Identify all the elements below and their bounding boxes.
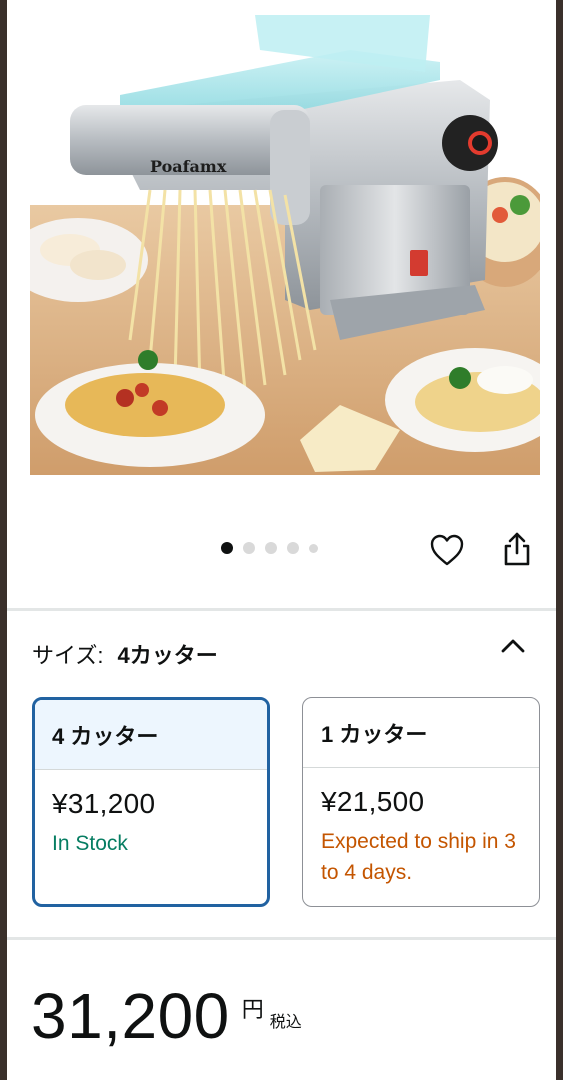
- size-selector-header[interactable]: サイズ: 4カッター: [32, 634, 532, 674]
- wishlist-button[interactable]: [427, 530, 467, 570]
- carousel-dot-3[interactable]: [265, 542, 277, 554]
- price-currency: 円: [241, 997, 264, 1022]
- share-button[interactable]: [497, 527, 537, 571]
- heart-icon: [430, 534, 464, 566]
- tax-included-note: 税込: [269, 1014, 302, 1031]
- price-display: 31,200 円 税込: [31, 978, 302, 1054]
- carousel-dot-4[interactable]: [287, 542, 299, 554]
- selected-size-value: 4カッター: [117, 643, 218, 668]
- carousel-dot-1[interactable]: [221, 542, 233, 554]
- option-price: ¥21,500: [321, 786, 425, 817]
- section-divider: [7, 608, 556, 611]
- section-divider: [7, 937, 556, 940]
- carousel-dot-2[interactable]: [243, 542, 255, 554]
- size-option-1-cutter[interactable]: 1 カッター ¥21,500 Expected to ship in 3 to …: [302, 697, 540, 907]
- size-option-4-cutter[interactable]: 4 カッター ¥31,200 In Stock: [32, 697, 270, 907]
- size-label: サイズ:: [32, 643, 104, 668]
- brand-logo-text: Poafamx: [150, 157, 227, 176]
- share-icon: [504, 532, 530, 566]
- carousel-indicator[interactable]: [221, 541, 318, 555]
- product-detail-sheet: Poafamx サイズ: 4カッター 4 カッター ¥31,200 In Sto…: [7, 0, 556, 1080]
- product-image[interactable]: Poafamx: [8, 10, 556, 475]
- option-availability: Expected to ship in 3 to 4 days.: [321, 830, 516, 884]
- size-collapse-toggle[interactable]: [497, 630, 529, 662]
- option-name: 1 カッター: [303, 698, 539, 768]
- option-name: 4 カッター: [35, 700, 267, 770]
- option-price: ¥31,200: [52, 788, 156, 819]
- carousel-dot-5[interactable]: [309, 543, 318, 553]
- option-availability: In Stock: [52, 832, 128, 855]
- chevron-up-icon: [501, 639, 525, 653]
- price-amount: 31,200: [31, 980, 230, 1052]
